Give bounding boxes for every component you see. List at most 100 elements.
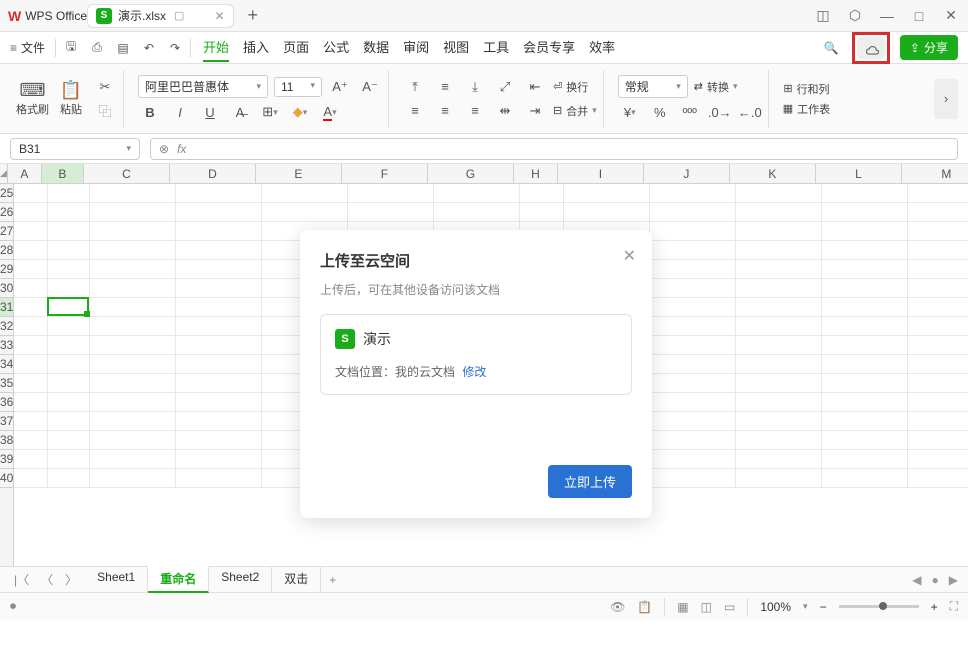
redo-icon[interactable]: ↷ [164, 37, 186, 59]
copy-icon[interactable]: ⿻ [93, 101, 117, 121]
cloud-upload-button[interactable] [857, 37, 885, 59]
cancel-fx-icon[interactable]: ⊗ [159, 142, 169, 156]
tab-review[interactable]: 审阅 [403, 33, 429, 62]
convert-button[interactable]: ⇄转换▾ [694, 79, 738, 95]
sheet-tab-3[interactable]: 双击 [272, 566, 321, 593]
tab-tools[interactable]: 工具 [483, 33, 509, 62]
col-header-K[interactable]: K [730, 164, 816, 183]
decrease-font-icon[interactable]: A⁻ [358, 77, 382, 97]
row-header-31[interactable]: 31 [0, 298, 13, 317]
modify-link[interactable]: 修改 [462, 365, 486, 379]
col-header-M[interactable]: M [902, 164, 968, 183]
clipboard-status-icon[interactable]: 📋 [637, 600, 652, 614]
sheet-tab-1[interactable]: 重命名 [148, 566, 209, 593]
font-color-icon[interactable]: A▾ [318, 102, 342, 122]
dialog-close-icon[interactable]: ✕ [623, 246, 636, 266]
tab-efficiency[interactable]: 效率 [589, 33, 615, 62]
view-normal-icon[interactable]: ▦ [677, 600, 688, 614]
decimal-inc-icon[interactable]: .0→ [708, 102, 732, 122]
view-reading-icon[interactable]: ▭ [724, 600, 735, 614]
align-middle-icon[interactable]: ≡ [433, 77, 457, 97]
italic-icon[interactable]: I [168, 102, 192, 122]
decimal-dec-icon[interactable]: ←.0 [738, 102, 762, 122]
row-header-40[interactable]: 40 [0, 469, 13, 488]
row-header-37[interactable]: 37 [0, 412, 13, 431]
indent-dec-icon[interactable]: ⇤ [523, 77, 547, 97]
fill-color-icon[interactable]: ◆▾ [288, 102, 312, 122]
save-icon[interactable]: 🖫 [60, 37, 82, 59]
worksheet-button[interactable]: ▦工作表 [783, 101, 830, 117]
print-icon[interactable]: ⎙ [86, 37, 108, 59]
row-header-33[interactable]: 33 [0, 336, 13, 355]
tab-formula[interactable]: 公式 [323, 33, 349, 62]
strike-icon[interactable]: A̶ [228, 102, 252, 122]
zoom-slider[interactable] [839, 605, 919, 608]
orientation-icon[interactable]: ⤢ [493, 77, 517, 97]
font-size-select[interactable]: 11▾ [274, 77, 322, 97]
increase-font-icon[interactable]: A⁺ [328, 77, 352, 97]
panel-icon[interactable]: ◫ [814, 7, 832, 24]
scroll-right-icon[interactable]: ▶ [949, 573, 958, 587]
sheet-tab-0[interactable]: Sheet1 [85, 566, 148, 593]
row-header-35[interactable]: 35 [0, 374, 13, 393]
row-header-34[interactable]: 34 [0, 355, 13, 374]
align-right-icon[interactable]: ≡ [463, 101, 487, 121]
sheet-next-icon[interactable]: 〉 [61, 571, 81, 588]
row-header-39[interactable]: 39 [0, 450, 13, 469]
zoom-out-icon[interactable]: − [820, 600, 827, 614]
scroll-thumb[interactable]: ● [932, 573, 939, 587]
cube-icon[interactable]: ⬡ [846, 7, 864, 24]
tab-page[interactable]: 页面 [283, 33, 309, 62]
border-icon[interactable]: ⊞▾ [258, 102, 282, 122]
col-header-H[interactable]: H [514, 164, 558, 183]
percent-icon[interactable]: % [648, 102, 672, 122]
col-header-B[interactable]: B [42, 164, 84, 183]
tab-start[interactable]: 开始 [203, 33, 229, 62]
document-tab[interactable]: S 演示.xlsx ▢ ✕ [87, 4, 233, 28]
file-menu[interactable]: ≡ 文件 [10, 39, 45, 56]
align-center-icon[interactable]: ≡ [433, 101, 457, 121]
paste-button[interactable]: 📋 粘贴 [55, 80, 87, 117]
align-left-icon[interactable]: ≡ [403, 101, 427, 121]
col-header-D[interactable]: D [170, 164, 256, 183]
sheet-first-icon[interactable]: |〈 [10, 571, 33, 588]
formula-bar[interactable]: ⊗ fx [150, 138, 958, 160]
preview-icon[interactable]: ▤ [112, 37, 134, 59]
tab-view[interactable]: 视图 [443, 33, 469, 62]
tab-close-icon[interactable]: ✕ [214, 9, 224, 23]
tab-vip[interactable]: 会员专享 [523, 33, 575, 62]
record-icon[interactable]: ⏺ [10, 599, 16, 614]
bold-icon[interactable]: B [138, 102, 162, 122]
sheet-prev-icon[interactable]: 〈 [37, 571, 57, 588]
search-icon[interactable]: 🔍 [820, 37, 842, 59]
col-header-E[interactable]: E [256, 164, 342, 183]
col-header-A[interactable]: A [8, 164, 42, 183]
col-header-F[interactable]: F [342, 164, 428, 183]
select-all-corner[interactable]: ◢ [0, 164, 8, 184]
ribbon-expand-icon[interactable]: › [934, 79, 958, 119]
tab-window-icon[interactable]: ▢ [174, 9, 184, 22]
tab-insert[interactable]: 插入 [243, 33, 269, 62]
zoom-value[interactable]: 100% [760, 600, 791, 614]
font-select[interactable]: 阿里巴巴普惠体▾ [138, 75, 268, 98]
zoom-in-icon[interactable]: + [931, 600, 938, 614]
row-header-25[interactable]: 25 [0, 184, 13, 203]
fullscreen-icon[interactable]: ⛶ [950, 599, 958, 614]
row-header-26[interactable]: 26 [0, 203, 13, 222]
col-header-J[interactable]: J [644, 164, 730, 183]
row-header-28[interactable]: 28 [0, 241, 13, 260]
distribute-icon[interactable]: ⇹ [493, 101, 517, 121]
wrap-button[interactable]: ⏎换行 [553, 79, 588, 95]
col-header-L[interactable]: L [816, 164, 902, 183]
row-header-36[interactable]: 36 [0, 393, 13, 412]
row-header-30[interactable]: 30 [0, 279, 13, 298]
currency-icon[interactable]: ¥▾ [618, 102, 642, 122]
underline-icon[interactable]: U [198, 102, 222, 122]
number-format-select[interactable]: 常规▾ [618, 75, 688, 98]
row-header-38[interactable]: 38 [0, 431, 13, 450]
undo-icon[interactable]: ↶ [138, 37, 160, 59]
cut-icon[interactable]: ✂ [93, 77, 117, 97]
minimize-icon[interactable]: — [878, 8, 896, 24]
sheet-tab-2[interactable]: Sheet2 [209, 566, 272, 593]
upload-now-button[interactable]: 立即上传 [548, 465, 632, 498]
